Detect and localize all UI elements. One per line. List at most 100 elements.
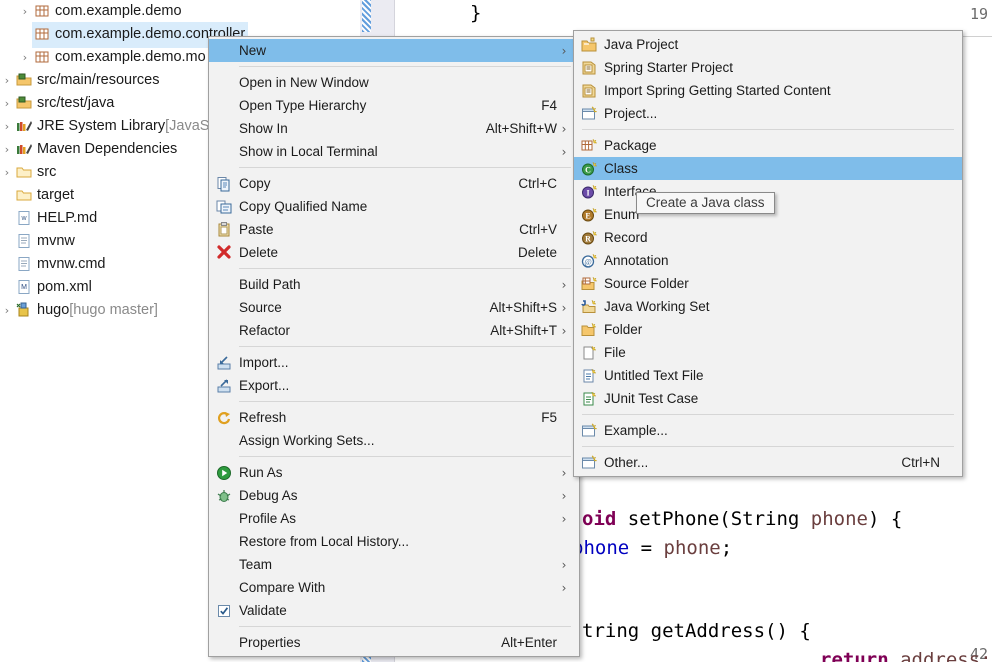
tree-item-label: HELP.md [37, 209, 98, 226]
source-folder-icon [15, 94, 33, 112]
new-annotation-icon: @ [574, 251, 604, 271]
svg-text:E: E [585, 211, 590, 220]
menu-item-export[interactable]: Export...› [209, 374, 579, 397]
chevron-right-icon[interactable]: › [0, 161, 14, 184]
menu-item-label: Build Path [239, 277, 301, 292]
tree-item-label: hugo [37, 301, 70, 318]
menu-item-source[interactable]: Source Alt+Shift+S › [209, 296, 579, 319]
refresh-icon [209, 408, 239, 428]
tree-item[interactable]: › com.example.demo [0, 0, 360, 23]
menu-item-compare-with[interactable]: Compare With › [209, 576, 579, 599]
menu-item-build-path[interactable]: Build Path › [209, 273, 579, 296]
chevron-right-icon[interactable]: › [0, 92, 14, 115]
code-line-getaddress: tring getAddress() { [582, 620, 811, 642]
code-line-assign-phone: phone = phone; [572, 537, 733, 559]
tooltip-text: Create a Java class [646, 195, 765, 210]
menu-item-copy-qualified-name[interactable]: Copy Qualified Name› [209, 195, 579, 218]
chevron-right-icon[interactable]: › [0, 69, 14, 92]
menu-icon-empty [209, 578, 239, 598]
tree-item-label: mvnw [37, 232, 75, 249]
chevron-right-icon[interactable]: › [18, 46, 32, 69]
menu-item-team[interactable]: Team › [209, 553, 579, 576]
menu-item-shortcut: F4 [541, 98, 557, 113]
fold-marker[interactable] [362, 0, 371, 32]
menu-item-refactor[interactable]: Refactor Alt+Shift+T › [209, 319, 579, 342]
checkbox-checked-icon [209, 601, 239, 621]
menu-item-record[interactable]: RRecord› [574, 226, 962, 249]
menu-icon-empty [209, 142, 239, 162]
menu-separator [239, 456, 571, 457]
menu-item-source-folder[interactable]: Source Folder› [574, 272, 962, 295]
library-icon [15, 140, 33, 158]
menu-item-show-in-local-terminal[interactable]: Show in Local Terminal › [209, 140, 579, 163]
chevron-right-icon[interactable]: › [0, 299, 14, 322]
menu-item-open-in-new-window[interactable]: Open in New Window› [209, 71, 579, 94]
menu-item-class[interactable]: CClass› [574, 157, 962, 180]
chevron-right-icon[interactable]: › [0, 115, 14, 138]
menu-item-refresh[interactable]: RefreshF5› [209, 406, 579, 429]
git-project-icon [15, 301, 33, 319]
menu-item-new[interactable]: New › [209, 39, 579, 62]
menu-item-shortcut: Alt+Shift+W [485, 121, 557, 136]
menu-item-example[interactable]: Example...› [574, 419, 962, 442]
menu-item-copy[interactable]: CopyCtrl+C› [209, 172, 579, 195]
submenu-arrow-icon: › [561, 323, 567, 338]
menu-item-debug-as[interactable]: Debug As › [209, 484, 579, 507]
menu-item-delete[interactable]: DeleteDelete› [209, 241, 579, 264]
menu-item-run-as[interactable]: Run As › [209, 461, 579, 484]
menu-item-restore-from-local-history[interactable]: Restore from Local History...› [209, 530, 579, 553]
menu-item-label: Refresh [239, 410, 287, 425]
tree-item-label: JRE System Library [37, 117, 166, 134]
menu-item-assign-working-sets[interactable]: Assign Working Sets...› [209, 429, 579, 452]
menu-item-show-in[interactable]: Show In Alt+Shift+W › [209, 117, 579, 140]
package-icon [33, 2, 51, 20]
menu-item-untitled-text-file[interactable]: Untitled Text File› [574, 364, 962, 387]
menu-item-junit-test-case[interactable]: JUnit Test Case› [574, 387, 962, 410]
menu-item-annotation[interactable]: @Annotation› [574, 249, 962, 272]
menu-item-label: New [239, 43, 267, 58]
submenu-arrow-icon: › [561, 277, 567, 292]
menu-item-label: Annotation [604, 253, 669, 268]
menu-item-label: Restore from Local History... [239, 534, 410, 549]
menu-item-label: Class [604, 161, 638, 176]
menu-item-label: Compare With [239, 580, 326, 595]
tree-item-suffix: [hugo master] [69, 301, 158, 318]
menu-item-properties[interactable]: PropertiesAlt+Enter› [209, 631, 579, 654]
menu-item-package[interactable]: Package› [574, 134, 962, 157]
menu-separator [239, 346, 571, 347]
menu-item-open-type-hierarchy[interactable]: Open Type HierarchyF4› [209, 94, 579, 117]
svg-text:w: w [20, 215, 27, 222]
menu-item-label: Copy Qualified Name [239, 199, 368, 214]
menu-item-shortcut: Alt+Shift+S [489, 300, 557, 315]
menu-separator [239, 626, 571, 627]
new-submenu[interactable]: Java Project›Spring Starter Project›Impo… [573, 30, 963, 477]
java-project-icon [574, 35, 604, 55]
context-menu[interactable]: New›Open in New Window›Open Type Hierarc… [208, 36, 580, 657]
tree-item-label: pom.xml [37, 278, 92, 295]
menu-item-label: Folder [604, 322, 643, 337]
menu-item-import-spring-getting-started-content[interactable]: Import Spring Getting Started Content› [574, 79, 962, 102]
menu-item-paste[interactable]: PasteCtrl+V› [209, 218, 579, 241]
menu-separator [239, 167, 571, 168]
menu-item-profile-as[interactable]: Profile As › [209, 507, 579, 530]
menu-item-java-working-set[interactable]: Java Working Set› [574, 295, 962, 318]
chevron-right-icon[interactable]: › [0, 138, 14, 161]
menu-item-file[interactable]: File› [574, 341, 962, 364]
menu-item-label: Assign Working Sets... [239, 433, 375, 448]
library-icon [15, 117, 33, 135]
new-source-folder-icon [574, 274, 604, 294]
menu-item-spring-starter-project[interactable]: Spring Starter Project› [574, 56, 962, 79]
menu-item-folder[interactable]: Folder› [574, 318, 962, 341]
svg-text:I: I [586, 188, 589, 197]
chevron-right-icon[interactable]: › [18, 0, 32, 23]
menu-item-label: Show in Local Terminal [239, 144, 378, 159]
menu-item-other[interactable]: Other...Ctrl+N› [574, 451, 962, 474]
menu-item-validate[interactable]: Validate› [209, 599, 579, 622]
menu-item-java-project[interactable]: Java Project› [574, 33, 962, 56]
submenu-arrow-icon: › [561, 121, 567, 136]
code-line-return-address: return address; [820, 649, 992, 662]
menu-item-project[interactable]: Project...› [574, 102, 962, 125]
menu-item-import[interactable]: Import...› [209, 351, 579, 374]
menu-item-label: Package [604, 138, 657, 153]
new-project-icon [574, 104, 604, 124]
